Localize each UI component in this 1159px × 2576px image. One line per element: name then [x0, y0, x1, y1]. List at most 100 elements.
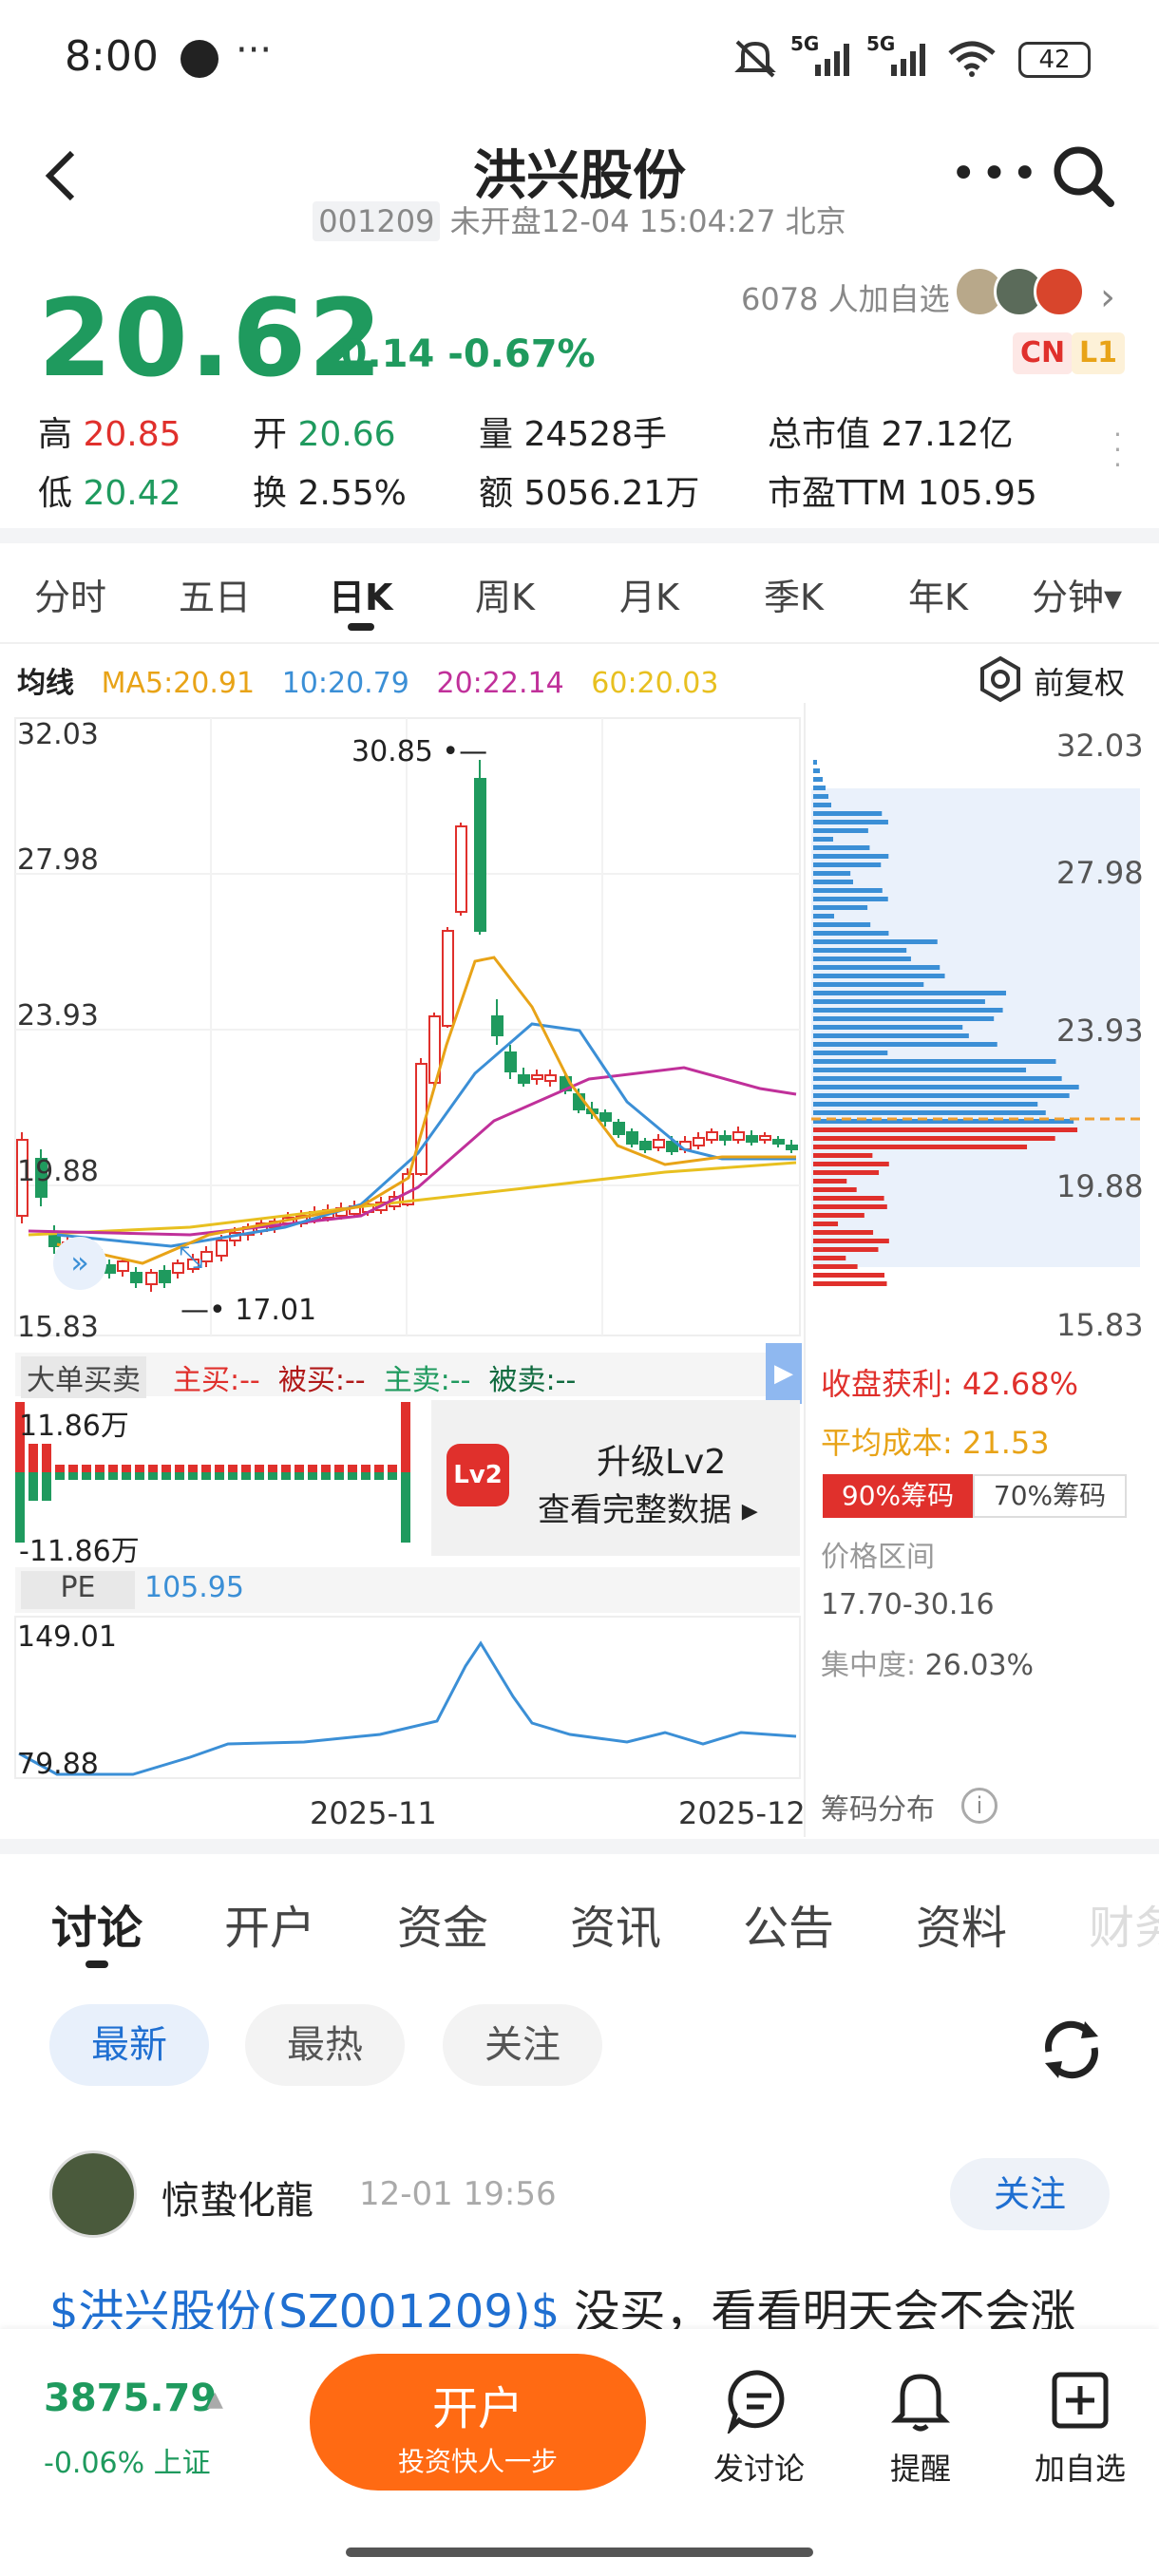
status-time: 8:00: [65, 32, 159, 81]
chip-bar: [813, 1273, 884, 1278]
ma20-line: [28, 1066, 797, 1237]
index-value[interactable]: 3875.79: [44, 2377, 217, 2420]
order-bar-buy: [42, 1444, 51, 1472]
order-bar-buy: [228, 1465, 238, 1472]
tab-5day[interactable]: 五日: [179, 568, 251, 620]
remind-label[interactable]: 提醒: [854, 2445, 987, 2489]
discuss-label[interactable]: 发讨论: [693, 2445, 826, 2489]
tag-cn: CN: [1013, 332, 1074, 374]
order-bar-buy: [268, 1465, 277, 1472]
refresh-icon[interactable]: [1036, 2014, 1108, 2086]
chip-bar: [813, 1247, 879, 1252]
tab-open-account[interactable]: 开户: [224, 1890, 315, 1957]
tab-yearly-k[interactable]: 年K: [908, 568, 968, 620]
chip-tab-70[interactable]: 70%筹码: [973, 1474, 1127, 1518]
order-bar-sell: [175, 1472, 184, 1480]
chevron-right-icon[interactable]: ›: [1100, 275, 1115, 319]
filter-latest[interactable]: 最新: [49, 2004, 209, 2086]
candle-body: [599, 1112, 612, 1122]
chip-bar: [813, 948, 907, 953]
chip-bar: [813, 974, 945, 978]
discuss-icon[interactable]: [726, 2367, 792, 2434]
bell-icon[interactable]: [887, 2367, 954, 2434]
stat-pe: 市盈TTM 105.95: [768, 465, 1037, 515]
post-username[interactable]: 惊蛰化龍: [162, 2169, 314, 2225]
chip-avg-cost: 平均成本: 21.53: [821, 1419, 1050, 1463]
kline-y-label: 15.83: [17, 1311, 99, 1344]
chip-bar: [813, 1068, 1027, 1072]
section-divider: [0, 528, 1159, 543]
chip-bar: [813, 982, 924, 987]
stock-subtitle: 001209 未开盘12-04 15:04:27 北京: [0, 198, 1159, 241]
order-bar-buy: [348, 1465, 357, 1472]
candle-body: [693, 1137, 705, 1146]
search-icon[interactable]: [1050, 142, 1116, 209]
order-bar-sell: [188, 1472, 198, 1480]
candle-body: [159, 1270, 171, 1283]
vertical-more-icon[interactable]: · · ·: [1113, 422, 1122, 479]
more-icon[interactable]: •••: [950, 147, 1042, 200]
expand-right-icon[interactable]: ▶: [766, 1343, 802, 1404]
status-bar: 8:00 ··· 5G 5G 42: [0, 0, 1159, 114]
follow-button[interactable]: 关注: [950, 2158, 1110, 2230]
chip-bar: [813, 1204, 887, 1209]
order-bar-buy: [148, 1465, 158, 1472]
pe-label: PE: [21, 1571, 135, 1609]
stat-value: 20.42: [83, 474, 181, 513]
chip-bar: [813, 1127, 1078, 1132]
candle-body: [786, 1145, 798, 1150]
kline-low-mark: —• 17.01: [180, 1294, 317, 1327]
tab-weekly-k[interactable]: 周K: [475, 568, 535, 620]
tab-funds[interactable]: 资金: [397, 1890, 488, 1957]
order-bar-buy: [334, 1465, 344, 1472]
tab-news[interactable]: 资讯: [570, 1890, 661, 1957]
settings-gear-icon[interactable]: [977, 655, 1024, 703]
user-avatar[interactable]: [49, 2150, 137, 2238]
stat-label: 总市值: [768, 415, 871, 454]
tab-daily-k[interactable]: 日K: [329, 568, 392, 620]
profit-value: 42.68%: [961, 1366, 1078, 1402]
order-bar-sell: [281, 1472, 291, 1480]
tab-fenshi[interactable]: 分时: [34, 568, 106, 620]
open-account-button[interactable]: 开户 投资快人一步: [310, 2354, 646, 2491]
chip-bar: [813, 1222, 839, 1226]
order-bar-buy: [321, 1465, 331, 1472]
tab-financials[interactable]: 财务: [1089, 1890, 1159, 1957]
tab-quarterly-k[interactable]: 季K: [764, 568, 824, 620]
expand-icon[interactable]: »: [53, 1237, 106, 1290]
candle-body: [613, 1122, 625, 1135]
chip-bar: [813, 837, 834, 842]
adjust-mode[interactable]: 前复权: [1034, 659, 1125, 703]
tab-monthly-k[interactable]: 月K: [619, 568, 679, 620]
chip-bar: [813, 931, 889, 936]
stat-value: 20.85: [83, 415, 181, 454]
filter-hottest[interactable]: 最热: [245, 2004, 405, 2086]
kline-y-label: 27.98: [17, 843, 99, 877]
zoom-icon[interactable]: ⤡: [179, 1239, 236, 1292]
stat-open: 开 20.66: [253, 407, 396, 456]
info-icon[interactable]: i: [961, 1788, 998, 1824]
chip-bar: [813, 794, 828, 799]
tab-announcements[interactable]: 公告: [743, 1890, 834, 1957]
stat-value: 24528手: [523, 415, 667, 454]
tab-profile[interactable]: 资料: [916, 1890, 1007, 1957]
filter-following[interactable]: 关注: [443, 2004, 602, 2086]
chip-bar: [813, 1162, 889, 1166]
order-bar-sell: [82, 1472, 91, 1480]
kline-high-mark: 30.85 •—: [352, 735, 488, 768]
add-watch-label[interactable]: 加自选: [1014, 2445, 1147, 2489]
chip-bar: [813, 1179, 847, 1184]
chip-bar: [813, 1016, 995, 1021]
tab-discuss[interactable]: 讨论: [51, 1890, 142, 1957]
chip-y-label: 27.98: [1056, 855, 1144, 891]
ma-label: 均线: [17, 667, 74, 700]
chip-tab-90[interactable]: 90%筹码: [823, 1474, 973, 1518]
order-bar-buy: [135, 1465, 144, 1472]
add-watch-icon[interactable]: [1047, 2367, 1113, 2434]
candle-body: [455, 825, 467, 913]
watch-count[interactable]: 6078 人加自选: [741, 275, 950, 319]
candle-body: [626, 1131, 638, 1145]
chip-concentration: 集中度: 26.03%: [821, 1641, 1034, 1683]
tab-minute[interactable]: 分钟▾: [1032, 568, 1122, 620]
chip-bar: [813, 1264, 858, 1269]
